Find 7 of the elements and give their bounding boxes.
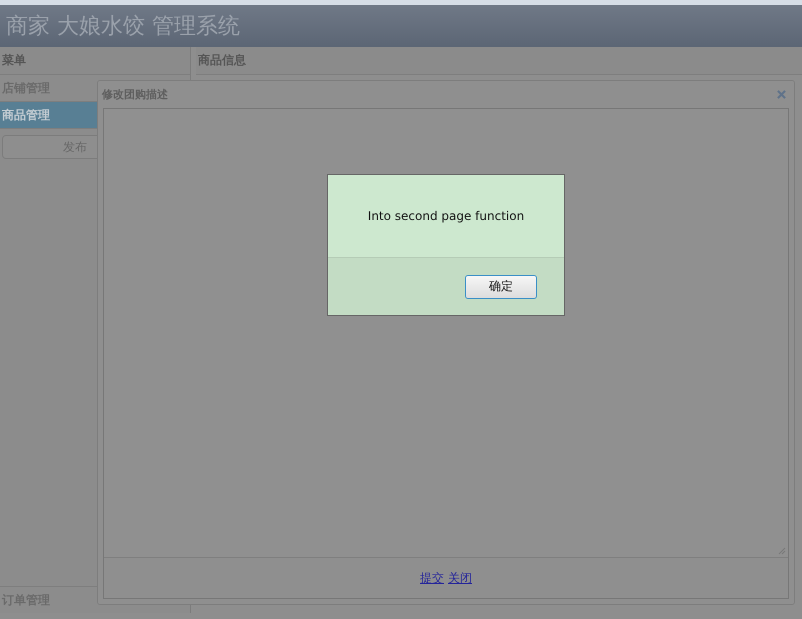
- link[interactable]: 提交: [420, 570, 444, 586]
- link[interactable]: 关闭: [448, 570, 472, 586]
- app-title: 商家 大娘水饺 管理系统: [6, 13, 240, 41]
- alert-message: Into second page function: [366, 208, 526, 225]
- ok-button[interactable]: 确定: [465, 274, 537, 298]
- close-icon[interactable]: [777, 90, 786, 99]
- resize-grip-icon[interactable]: [778, 547, 786, 555]
